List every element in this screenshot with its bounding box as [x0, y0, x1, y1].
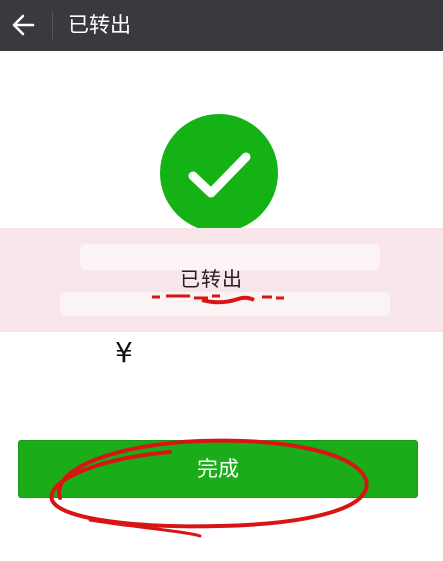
done-button[interactable]: 完成 [18, 440, 418, 498]
checkmark-icon [188, 152, 251, 198]
success-badge [160, 114, 278, 232]
title-divider [52, 12, 53, 39]
top-navigation-bar: 已转出 [0, 0, 443, 51]
transfer-status-text: 已转出 [180, 267, 243, 291]
arrow-left-icon [12, 14, 35, 36]
redaction-mark [152, 294, 284, 305]
amount-currency: ¥ [115, 336, 133, 369]
page-title: 已转出 [68, 13, 131, 37]
back-button[interactable] [0, 0, 48, 51]
